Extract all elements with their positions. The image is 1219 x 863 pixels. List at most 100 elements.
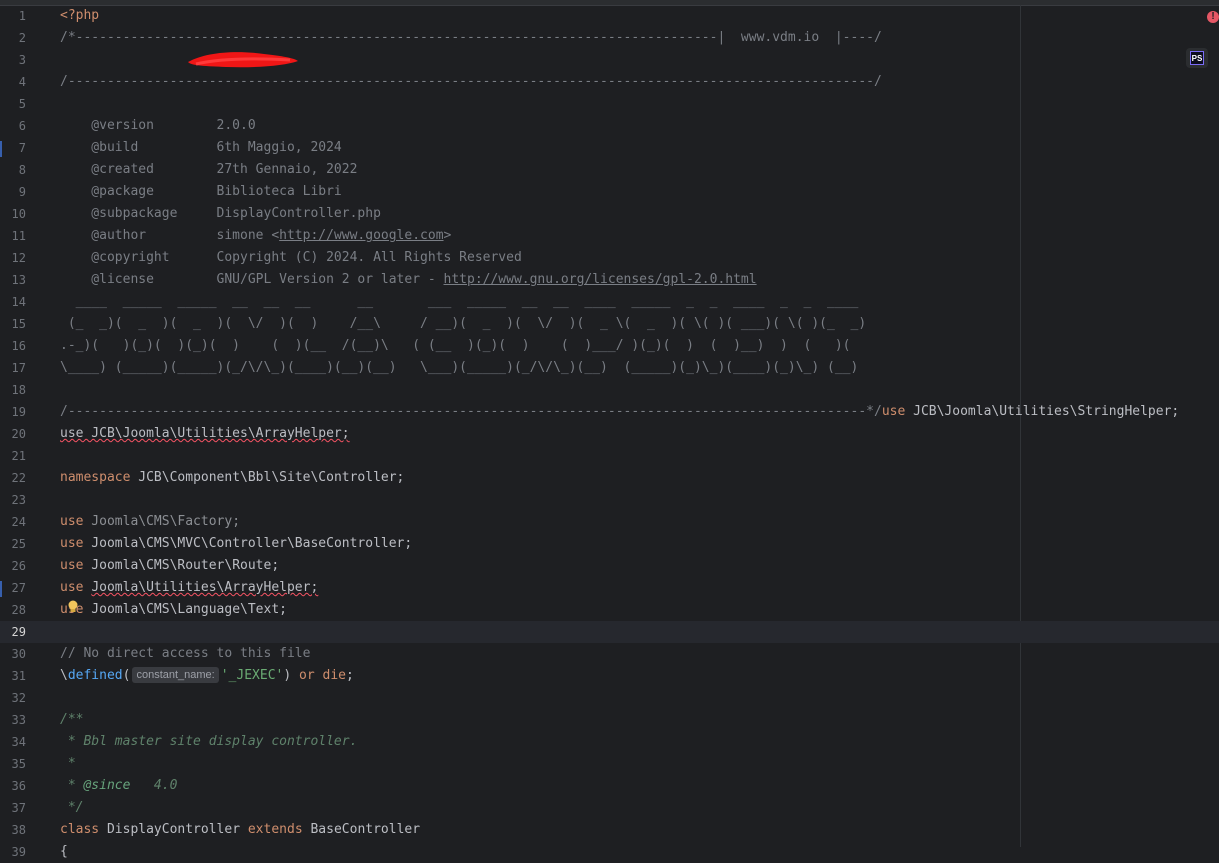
code-line[interactable]: 33 /**: [0, 709, 1219, 731]
line-code[interactable]: \____) (_____)(_____)(_/\/\_)(____)(__)(…: [60, 357, 858, 379]
line-code[interactable]: use JCB\Joomla\Utilities\ArrayHelper;: [60, 423, 350, 445]
line-number[interactable]: 24: [0, 511, 26, 533]
line-number[interactable]: 3: [0, 49, 26, 71]
code-line[interactable]: 5: [0, 93, 1219, 115]
line-code[interactable]: * @since 4.0: [60, 775, 178, 797]
line-number[interactable]: 36: [0, 775, 26, 797]
line-code[interactable]: ____ _____ _____ __ __ __ __ ___ _____ _…: [60, 291, 859, 313]
code-line[interactable]: 9 @package Biblioteca Libri: [0, 181, 1219, 203]
line-number[interactable]: 15: [0, 313, 26, 335]
line-number[interactable]: 30: [0, 643, 26, 665]
line-code[interactable]: \defined(constant_name: '_JEXEC') or die;: [60, 665, 354, 687]
line-code[interactable]: @license GNU/GPL Version 2 or later - ht…: [60, 269, 756, 291]
code-line[interactable]: 37 */: [0, 797, 1219, 819]
line-number[interactable]: 5: [0, 93, 26, 115]
line-code[interactable]: .-_)( )(_)( )(_)( ) ( )(__ /(__)\ ( (__ …: [60, 335, 851, 357]
phpstorm-icon[interactable]: PS: [1186, 48, 1208, 68]
code-line[interactable]: 30 // No direct access to this file: [0, 643, 1219, 665]
line-code[interactable]: <?php: [60, 5, 99, 27]
line-number[interactable]: 7: [0, 137, 26, 159]
code-line[interactable]: 31 \defined(constant_name: '_JEXEC') or di…: [0, 665, 1219, 687]
line-number[interactable]: 6: [0, 115, 26, 137]
code-line[interactable]: 1 <?php: [0, 5, 1219, 27]
line-code[interactable]: @author simone <http://www.google.com>: [60, 225, 451, 247]
code-line[interactable]: 39 {: [0, 841, 1219, 863]
code-line[interactable]: 10 @subpackage DisplayController.php: [0, 203, 1219, 225]
line-code[interactable]: @subpackage DisplayController.php: [60, 203, 381, 225]
lightbulb-icon[interactable]: [67, 600, 79, 614]
line-number[interactable]: 13: [0, 269, 26, 291]
line-number[interactable]: 37: [0, 797, 26, 819]
code-editor[interactable]: 1 <?php 2 /*-------------------------------…: [0, 5, 1219, 859]
line-code[interactable]: // No direct access to this file: [60, 643, 310, 665]
code-line[interactable]: 4 /--------------------------------------…: [0, 71, 1219, 93]
line-number[interactable]: 27: [0, 577, 26, 599]
code-line[interactable]: 26 use Joomla\CMS\Router\Route;: [0, 555, 1219, 577]
code-line[interactable]: 28 use Joomla\CMS\Language\Text;: [0, 599, 1219, 621]
line-code[interactable]: * Bbl master site display controller.: [60, 731, 358, 753]
line-number[interactable]: 17: [0, 357, 26, 379]
line-number[interactable]: 29: [0, 621, 26, 643]
line-number[interactable]: 1: [0, 5, 26, 27]
code-line[interactable]: 16 .-_)( )(_)( )(_)( ) ( )(__ /(__)\ ( (_…: [0, 335, 1219, 357]
line-code[interactable]: /**: [60, 709, 83, 731]
line-number[interactable]: 10: [0, 203, 26, 225]
line-code[interactable]: class DisplayController extends BaseCont…: [60, 819, 420, 841]
code-line[interactable]: 27 use Joomla\Utilities\ArrayHelper;: [0, 577, 1219, 599]
line-code[interactable]: *: [60, 753, 76, 775]
code-line[interactable]: 17 \____) (_____)(_____)(_/\/\_)(____)(__…: [0, 357, 1219, 379]
code-line[interactable]: 23: [0, 489, 1219, 511]
code-line[interactable]: 34 * Bbl master site display controller.: [0, 731, 1219, 753]
line-number[interactable]: 12: [0, 247, 26, 269]
code-line[interactable]: 8 @created 27th Gennaio, 2022: [0, 159, 1219, 181]
line-number[interactable]: 20: [0, 423, 26, 445]
code-line[interactable]: 13 @license GNU/GPL Version 2 or later -…: [0, 269, 1219, 291]
line-number[interactable]: 19: [0, 401, 26, 423]
line-number[interactable]: 38: [0, 819, 26, 841]
line-code[interactable]: namespace JCB\Component\Bbl\Site\Control…: [60, 467, 404, 489]
line-code[interactable]: /---------------------------------------…: [60, 71, 882, 93]
code-line[interactable]: 35 *: [0, 753, 1219, 775]
line-number[interactable]: 11: [0, 225, 26, 247]
code-line[interactable]: 6 @version 2.0.0: [0, 115, 1219, 137]
line-code[interactable]: @build 6th Maggio, 2024: [60, 137, 341, 159]
code-line[interactable]: 2 /*-------------------------------------…: [0, 27, 1219, 49]
code-line[interactable]: 3: [0, 49, 1219, 71]
code-line[interactable]: 36 * @since 4.0: [0, 775, 1219, 797]
line-code[interactable]: use Joomla\CMS\Factory;: [60, 511, 240, 533]
line-number[interactable]: 4: [0, 71, 26, 93]
line-number[interactable]: 2: [0, 27, 26, 49]
line-code[interactable]: @copyright Copyright (C) 2024. All Right…: [60, 247, 521, 269]
line-code[interactable]: */: [60, 797, 84, 819]
line-number[interactable]: 8: [0, 159, 26, 181]
code-line[interactable]: 15 (_ _)( _ )( _ )( \/ )( ) /__\ / __)( …: [0, 313, 1219, 335]
line-code[interactable]: @package Biblioteca Libri: [60, 181, 341, 203]
code-line[interactable]: 12 @copyright Copyright (C) 2024. All Ri…: [0, 247, 1219, 269]
line-code[interactable]: use Joomla\CMS\Language\Text;: [60, 599, 287, 621]
line-number[interactable]: 22: [0, 467, 26, 489]
code-line[interactable]: 25 use Joomla\CMS\MVC\Controller\BaseCont…: [0, 533, 1219, 555]
line-number[interactable]: 9: [0, 181, 26, 203]
error-icon[interactable]: !: [1207, 11, 1219, 23]
line-number[interactable]: 18: [0, 379, 26, 401]
code-line[interactable]: 24 use Joomla\CMS\Factory;: [0, 511, 1219, 533]
line-code[interactable]: @version 2.0.0: [60, 115, 255, 137]
code-line[interactable]: 19 /-------------------------------------…: [0, 401, 1219, 423]
code-line[interactable]: 29: [0, 621, 1219, 643]
code-line[interactable]: 38 class DisplayController extends BaseCo…: [0, 819, 1219, 841]
line-code[interactable]: /---------------------------------------…: [60, 401, 1179, 423]
code-line[interactable]: 18: [0, 379, 1219, 401]
line-number[interactable]: 35: [0, 753, 26, 775]
code-line[interactable]: 32: [0, 687, 1219, 709]
line-code[interactable]: use Joomla\CMS\Router\Route;: [60, 555, 279, 577]
line-code[interactable]: /*--------------------------------------…: [60, 27, 882, 49]
line-code[interactable]: use Joomla\Utilities\ArrayHelper;: [60, 577, 318, 599]
line-code[interactable]: {: [60, 841, 68, 863]
line-number[interactable]: 21: [0, 445, 26, 467]
line-number[interactable]: 32: [0, 687, 26, 709]
code-line[interactable]: 20 use JCB\Joomla\Utilities\ArrayHelper;: [0, 423, 1219, 445]
line-number[interactable]: 33: [0, 709, 26, 731]
code-line[interactable]: 21: [0, 445, 1219, 467]
line-number[interactable]: 34: [0, 731, 26, 753]
line-number[interactable]: 14: [0, 291, 26, 313]
